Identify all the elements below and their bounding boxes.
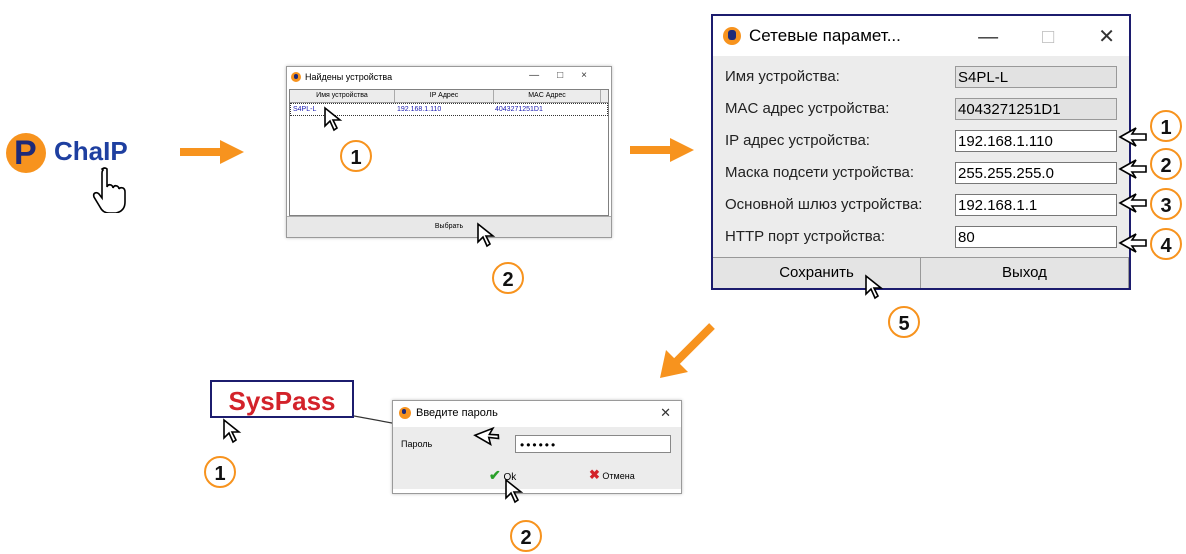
exit-button[interactable]: Выход (921, 258, 1129, 288)
password-titlebar: Введите пароль ✕ (393, 401, 681, 425)
label-ip: IP адрес устройства: (725, 132, 870, 149)
step-badge-ip: 1 (1150, 110, 1182, 142)
cursor-icon-devices-row (324, 106, 343, 132)
password-title: Введите пароль (416, 407, 498, 419)
app-icon (399, 407, 411, 419)
cursor-icon-mask (1118, 159, 1147, 179)
step-badge-syspass: 1 (204, 456, 236, 488)
hand-pointer-icon (92, 167, 126, 213)
window-controls[interactable]: —□× (529, 70, 605, 81)
step-badge-port: 4 (1150, 228, 1182, 260)
field-device-name: S4PL-L (955, 66, 1117, 88)
flow-arrow-1 (180, 140, 244, 164)
column-header-mac[interactable]: MAC Адрес (494, 90, 601, 102)
network-params-window: Сетевые парамет... — □ ✕ Имя устройства: S… (711, 14, 1131, 290)
cell-mac: 4043271251D1 (495, 106, 543, 113)
cell-ip: 192.168.1.110 (397, 106, 442, 113)
network-params-buttons: Сохранить Выход (713, 257, 1129, 288)
chaip-logo-text[interactable]: ChaIP (54, 136, 128, 167)
password-label: Пароль (401, 439, 433, 449)
field-http-port[interactable]: 80 (955, 226, 1117, 248)
cross-icon: ✖ (589, 467, 600, 482)
label-device-name: Имя устройства: (725, 68, 840, 85)
app-icon (291, 72, 301, 82)
column-header-name[interactable]: Имя устройства (290, 90, 395, 102)
network-params-titlebar: Сетевые парамет... — □ ✕ (713, 16, 1129, 56)
save-button[interactable]: Сохранить (713, 258, 921, 288)
found-devices-title: Найдены устройства (305, 72, 393, 82)
table-header: Имя устройства IP Адрес MAC Адрес (290, 90, 608, 103)
password-input[interactable]: •••••• (515, 435, 671, 453)
cursor-icon-port (1118, 233, 1147, 253)
step-badge-ok: 2 (510, 520, 542, 552)
check-icon: ✔ (489, 467, 501, 483)
flow-arrow-2 (630, 138, 694, 162)
step-badge-mask: 2 (1150, 148, 1182, 180)
syspass-label[interactable]: SysPass (210, 380, 354, 418)
cancel-label: Отмена (602, 471, 635, 481)
network-params-title: Сетевые парамет... (749, 26, 901, 45)
password-body: Пароль •••••• ✔ Ok ✖ Отмена (393, 427, 681, 489)
maximize-icon[interactable]: □ (1042, 26, 1054, 48)
chaip-logo-letter: P (14, 134, 37, 172)
close-icon[interactable]: ✕ (660, 405, 671, 421)
select-button[interactable]: Выбрать (287, 216, 611, 237)
label-mask: Маска подсети устройства: (725, 164, 915, 181)
cursor-icon-syspass (223, 418, 242, 444)
window-controls: — □ ✕ (934, 24, 1115, 49)
password-window: Введите пароль ✕ Пароль •••••• ✔ Ok ✖ От… (392, 400, 682, 494)
close-icon[interactable]: ✕ (1098, 26, 1115, 48)
field-mask[interactable]: 255.255.255.0 (955, 162, 1117, 184)
cursor-icon-select (477, 222, 496, 248)
label-http-port: HTTP порт устройства: (725, 228, 886, 245)
cursor-icon-ip (1118, 127, 1147, 147)
cursor-icon-save (865, 274, 884, 300)
flow-arrow-3 (660, 323, 715, 378)
field-mac: 4043271251D1 (955, 98, 1117, 120)
field-gateway[interactable]: 192.168.1.1 (955, 194, 1117, 216)
label-mac: MAC адрес устройства: (725, 100, 890, 117)
step-badge-save: 5 (888, 306, 920, 338)
found-devices-window: Найдены устройства —□× Имя устройства IP… (286, 66, 612, 238)
cursor-icon-ok (505, 478, 524, 504)
step-badge-gateway: 3 (1150, 188, 1182, 220)
step-badge-2: 2 (492, 262, 524, 294)
app-icon (723, 27, 741, 45)
minimize-icon[interactable]: — (978, 26, 998, 48)
step-badge-1: 1 (340, 140, 372, 172)
cursor-icon-gateway (1118, 193, 1147, 213)
field-ip[interactable]: 192.168.1.110 (955, 130, 1117, 152)
label-gateway: Основной шлюз устройства: (725, 196, 923, 213)
column-header-ip[interactable]: IP Адрес (395, 90, 494, 102)
cancel-button[interactable]: ✖ Отмена (589, 467, 635, 483)
